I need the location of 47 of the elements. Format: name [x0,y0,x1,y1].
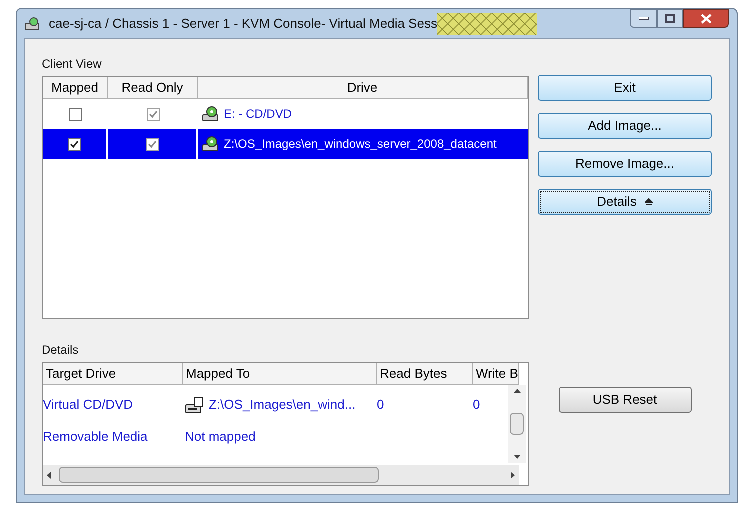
table-cell-text: Not mapped [185,428,256,446]
minimize-button[interactable] [630,9,657,28]
action-button[interactable]: Remove Image... [538,151,712,177]
scroll-up-icon [514,389,520,393]
column-header[interactable]: Write B [473,363,519,385]
table-cell-text: Removable Media [43,428,149,446]
table-cell: 0 [377,397,384,412]
close-icon [700,14,712,24]
minimize-icon [638,16,648,20]
table-row[interactable]: E: - CD/DVD [43,99,528,129]
maximize-icon [665,14,675,23]
column-header[interactable]: Drive [198,77,528,99]
maximize-button[interactable] [657,9,683,28]
column-header[interactable]: Read Only [108,77,198,99]
scroll-right-icon [511,472,515,478]
checkbox[interactable] [146,108,160,120]
section-label: Details [42,342,80,359]
section-label: Client View [42,56,103,73]
horizontal-scrollbar[interactable] [43,465,519,485]
disc-drive-icon [202,136,220,152]
action-button[interactable]: Exit [538,75,712,101]
vertical-scrollbar[interactable] [508,385,526,463]
checkbox[interactable] [69,108,82,120]
scroll-left-icon [47,472,51,478]
close-button[interactable] [683,9,729,28]
table-cell-text: Z:\OS_Images\en_wind... [209,396,356,414]
table-cell-text: Virtual CD/DVD [43,396,134,414]
checkbox[interactable] [68,138,81,150]
action-button[interactable]: Details [538,189,712,215]
column-header[interactable]: Mapped To [183,363,377,385]
column-header[interactable]: Target Drive [43,363,183,385]
table-row[interactable]: Z:\OS_Images\en_windows_server_2008_datacent [43,129,528,159]
scroll-thumb[interactable] [59,467,379,483]
column-header[interactable]: Mapped [43,77,108,99]
checkbox[interactable] [146,138,158,150]
scroll-down-icon [514,455,520,459]
drive-icon [185,396,205,414]
table-cell: 0 [473,397,480,412]
usb-reset-button[interactable]: USB Reset [558,387,692,413]
window-title: cae-sj-ca / Chassis 1 - Server 1 - KVM Console- Virtual Media Sess [49,14,438,33]
app-icon [25,16,41,30]
scroll-thumb[interactable] [510,413,524,435]
disc-drive-icon [202,106,220,122]
action-button[interactable]: Add Image... [538,113,712,139]
column-header[interactable]: Read Bytes [377,363,473,385]
drive-path: Z:\OS_Images\en_windows_server_2008_datacent [224,136,497,153]
drive-path: E: - CD/DVD [224,106,292,123]
